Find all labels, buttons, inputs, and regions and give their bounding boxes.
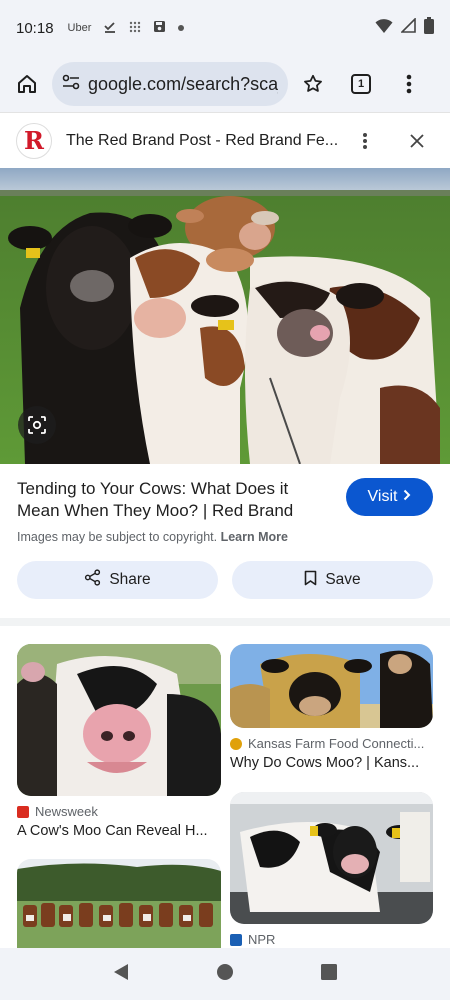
home-nav-icon[interactable] [216, 963, 234, 986]
tab-count: 1 [351, 74, 371, 94]
related-card-newsweek[interactable]: Newsweek A Cow's Moo Can Reveal H... [17, 644, 221, 839]
related-card-herd[interactable] [17, 859, 221, 948]
result-more-icon[interactable] [348, 124, 382, 158]
url-bar[interactable]: google.com/search?sca_ [52, 62, 288, 106]
more-options-icon[interactable] [392, 67, 426, 101]
download-done-icon [103, 20, 117, 37]
share-button[interactable]: Share [17, 561, 218, 599]
back-nav-icon[interactable] [113, 963, 129, 986]
learn-more-link[interactable]: Learn More [221, 530, 288, 544]
url-text: google.com/search?sca_ [88, 73, 278, 94]
close-icon[interactable] [400, 124, 434, 158]
card-source-name: Newsweek [35, 804, 98, 819]
copyright-text: Images may be subject to copyright. [17, 530, 218, 544]
hero-image[interactable] [0, 168, 450, 464]
browser-toolbar: google.com/search?sca_ 1 [0, 56, 450, 112]
notification-icons: Uber [68, 20, 185, 37]
wifi-icon [375, 18, 393, 39]
save-button[interactable]: Save [232, 561, 433, 599]
card-title[interactable]: Why Do Cows Moo? | Kans... [230, 755, 433, 771]
card-source: Newsweek [17, 804, 221, 819]
visit-label: Visit [367, 488, 398, 505]
npr-logo-icon [230, 933, 242, 946]
site-settings-icon[interactable] [62, 74, 80, 95]
save-disk-icon [153, 20, 166, 36]
action-row: Share Save [17, 561, 433, 599]
uber-icon: Uber [67, 22, 92, 34]
card-source: NPR [230, 932, 433, 947]
share-label: Share [109, 571, 151, 588]
signal-icon [400, 17, 416, 38]
result-headline[interactable]: Tending to Your Cows: What Does it Mean … [17, 478, 327, 522]
related-image[interactable] [230, 644, 433, 728]
dot-icon [178, 22, 185, 34]
site-logo: R [16, 122, 52, 159]
related-image[interactable] [230, 792, 433, 924]
grid-dots-icon [129, 21, 141, 36]
kansas-logo-icon [230, 737, 242, 750]
newsweek-logo-icon [17, 805, 29, 818]
related-card-npr[interactable]: NPR [230, 792, 433, 947]
chevron-right-icon [403, 488, 411, 506]
status-bar: 10:18 Uber [0, 0, 450, 56]
share-icon [84, 569, 101, 591]
bookmark-star-icon[interactable] [296, 67, 330, 101]
save-label: Save [325, 571, 361, 588]
related-images-grid: Newsweek A Cow's Moo Can Reveal H... Kan… [0, 626, 450, 948]
site-title[interactable]: The Red Brand Post - Red Brand Fe... [66, 132, 340, 150]
battery-icon [424, 17, 434, 39]
card-source-name: NPR [248, 932, 276, 947]
tab-switcher-button[interactable]: 1 [344, 67, 378, 101]
related-card-kansas[interactable]: Kansas Farm Food Connecti... Why Do Cows… [230, 644, 433, 771]
related-image[interactable] [17, 859, 221, 948]
lens-search-icon[interactable] [18, 406, 56, 444]
home-icon[interactable] [10, 67, 44, 101]
card-source: Kansas Farm Food Connecti... [230, 736, 433, 751]
related-image[interactable] [17, 644, 221, 796]
section-divider [0, 618, 450, 626]
system-icons [375, 17, 434, 39]
result-header: R The Red Brand Post - Red Brand Fe... [0, 112, 450, 168]
system-nav-bar [0, 948, 450, 1000]
status-time: 10:18 [16, 19, 54, 37]
result-info: Tending to Your Cows: What Does it Mean … [0, 464, 450, 618]
recents-nav-icon[interactable] [320, 963, 337, 985]
visit-button[interactable]: Visit [346, 478, 433, 516]
copyright-notice: Images may be subject to copyright. Lear… [17, 530, 433, 544]
card-source-name: Kansas Farm Food Connecti... [248, 736, 425, 751]
bookmark-icon [304, 570, 317, 591]
card-title[interactable]: A Cow's Moo Can Reveal H... [17, 823, 221, 839]
